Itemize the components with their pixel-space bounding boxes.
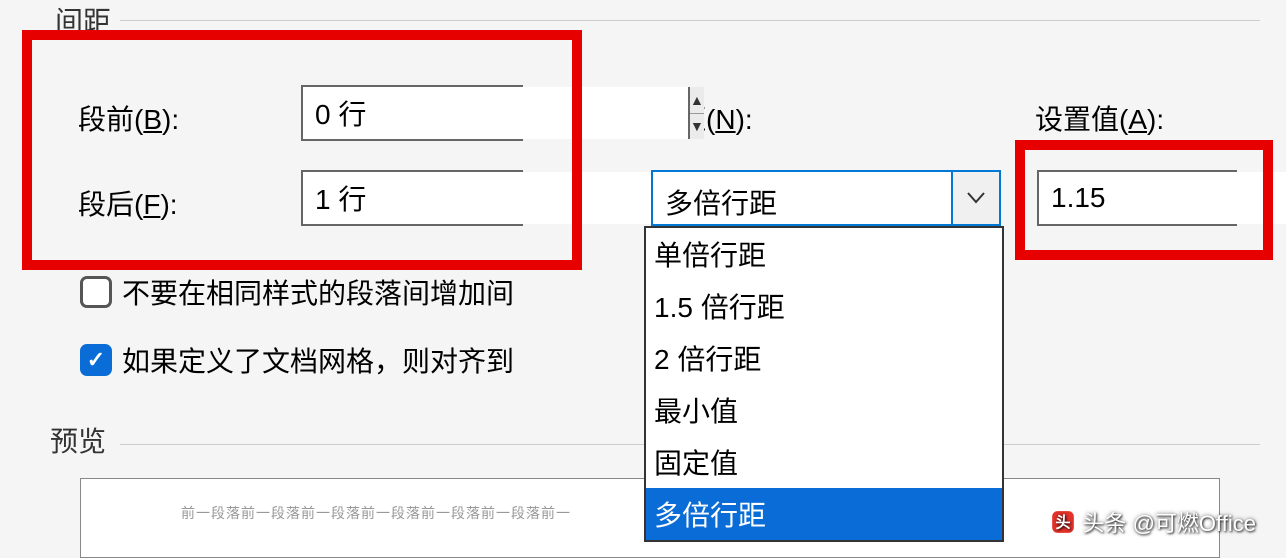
space-before-label: 段前(B):	[78, 98, 179, 138]
line-spacing-selected: 多倍行距	[653, 172, 951, 224]
checkbox-checked-icon[interactable]: ✓	[80, 344, 112, 376]
no-space-same-style-row[interactable]: 不要在相同样式的段落间增加间	[80, 272, 514, 312]
toutiao-icon: 头	[1050, 509, 1076, 535]
set-value-input[interactable]	[1039, 172, 1286, 224]
dropdown-option[interactable]: 最小值	[646, 384, 1002, 436]
dropdown-option[interactable]: 2 倍行距	[646, 332, 1002, 384]
spinner-down-icon[interactable]: ▼	[690, 114, 704, 140]
no-space-same-style-label: 不要在相同样式的段落间增加间	[122, 272, 514, 312]
highlight-box-spacing	[22, 30, 582, 270]
space-after-spinner[interactable]: ▲ ▼	[301, 170, 523, 226]
line-spacing-combobox[interactable]: 多倍行距	[651, 170, 1001, 226]
spinner-up-icon[interactable]: ▲	[690, 87, 704, 114]
divider	[120, 20, 1260, 21]
snap-to-grid-label: 如果定义了文档网格，则对齐到	[122, 340, 514, 380]
dropdown-option[interactable]: 固定值	[646, 436, 1002, 488]
space-before-spinner[interactable]: ▲ ▼	[301, 85, 523, 141]
svg-text:头: 头	[1056, 514, 1071, 531]
space-after-input[interactable]	[303, 172, 688, 224]
spacing-section-title: 间距	[55, 0, 111, 40]
preview-section-title: 预览	[50, 420, 106, 460]
dropdown-option[interactable]: 单倍行距	[646, 228, 1002, 280]
dropdown-option[interactable]: 1.5 倍行距	[646, 280, 1002, 332]
set-value-label: 设置值(A):	[1035, 98, 1164, 138]
checkbox-unchecked-icon[interactable]	[80, 276, 112, 308]
dropdown-option-selected[interactable]: 多倍行距	[646, 488, 1002, 540]
set-value-spinner[interactable]: ▲ ▼	[1037, 170, 1237, 226]
chevron-down-icon[interactable]	[951, 172, 999, 224]
space-after-label: 段后(F):	[78, 183, 178, 223]
snap-to-grid-row[interactable]: ✓ 如果定义了文档网格，则对齐到	[80, 340, 514, 380]
line-spacing-dropdown[interactable]: 单倍行距 1.5 倍行距 2 倍行距 最小值 固定值 多倍行距	[644, 226, 1004, 542]
watermark: 头 头条 @可燃Office	[1050, 506, 1256, 538]
space-before-input[interactable]	[303, 87, 688, 139]
watermark-text: 头条 @可燃Office	[1082, 506, 1256, 538]
